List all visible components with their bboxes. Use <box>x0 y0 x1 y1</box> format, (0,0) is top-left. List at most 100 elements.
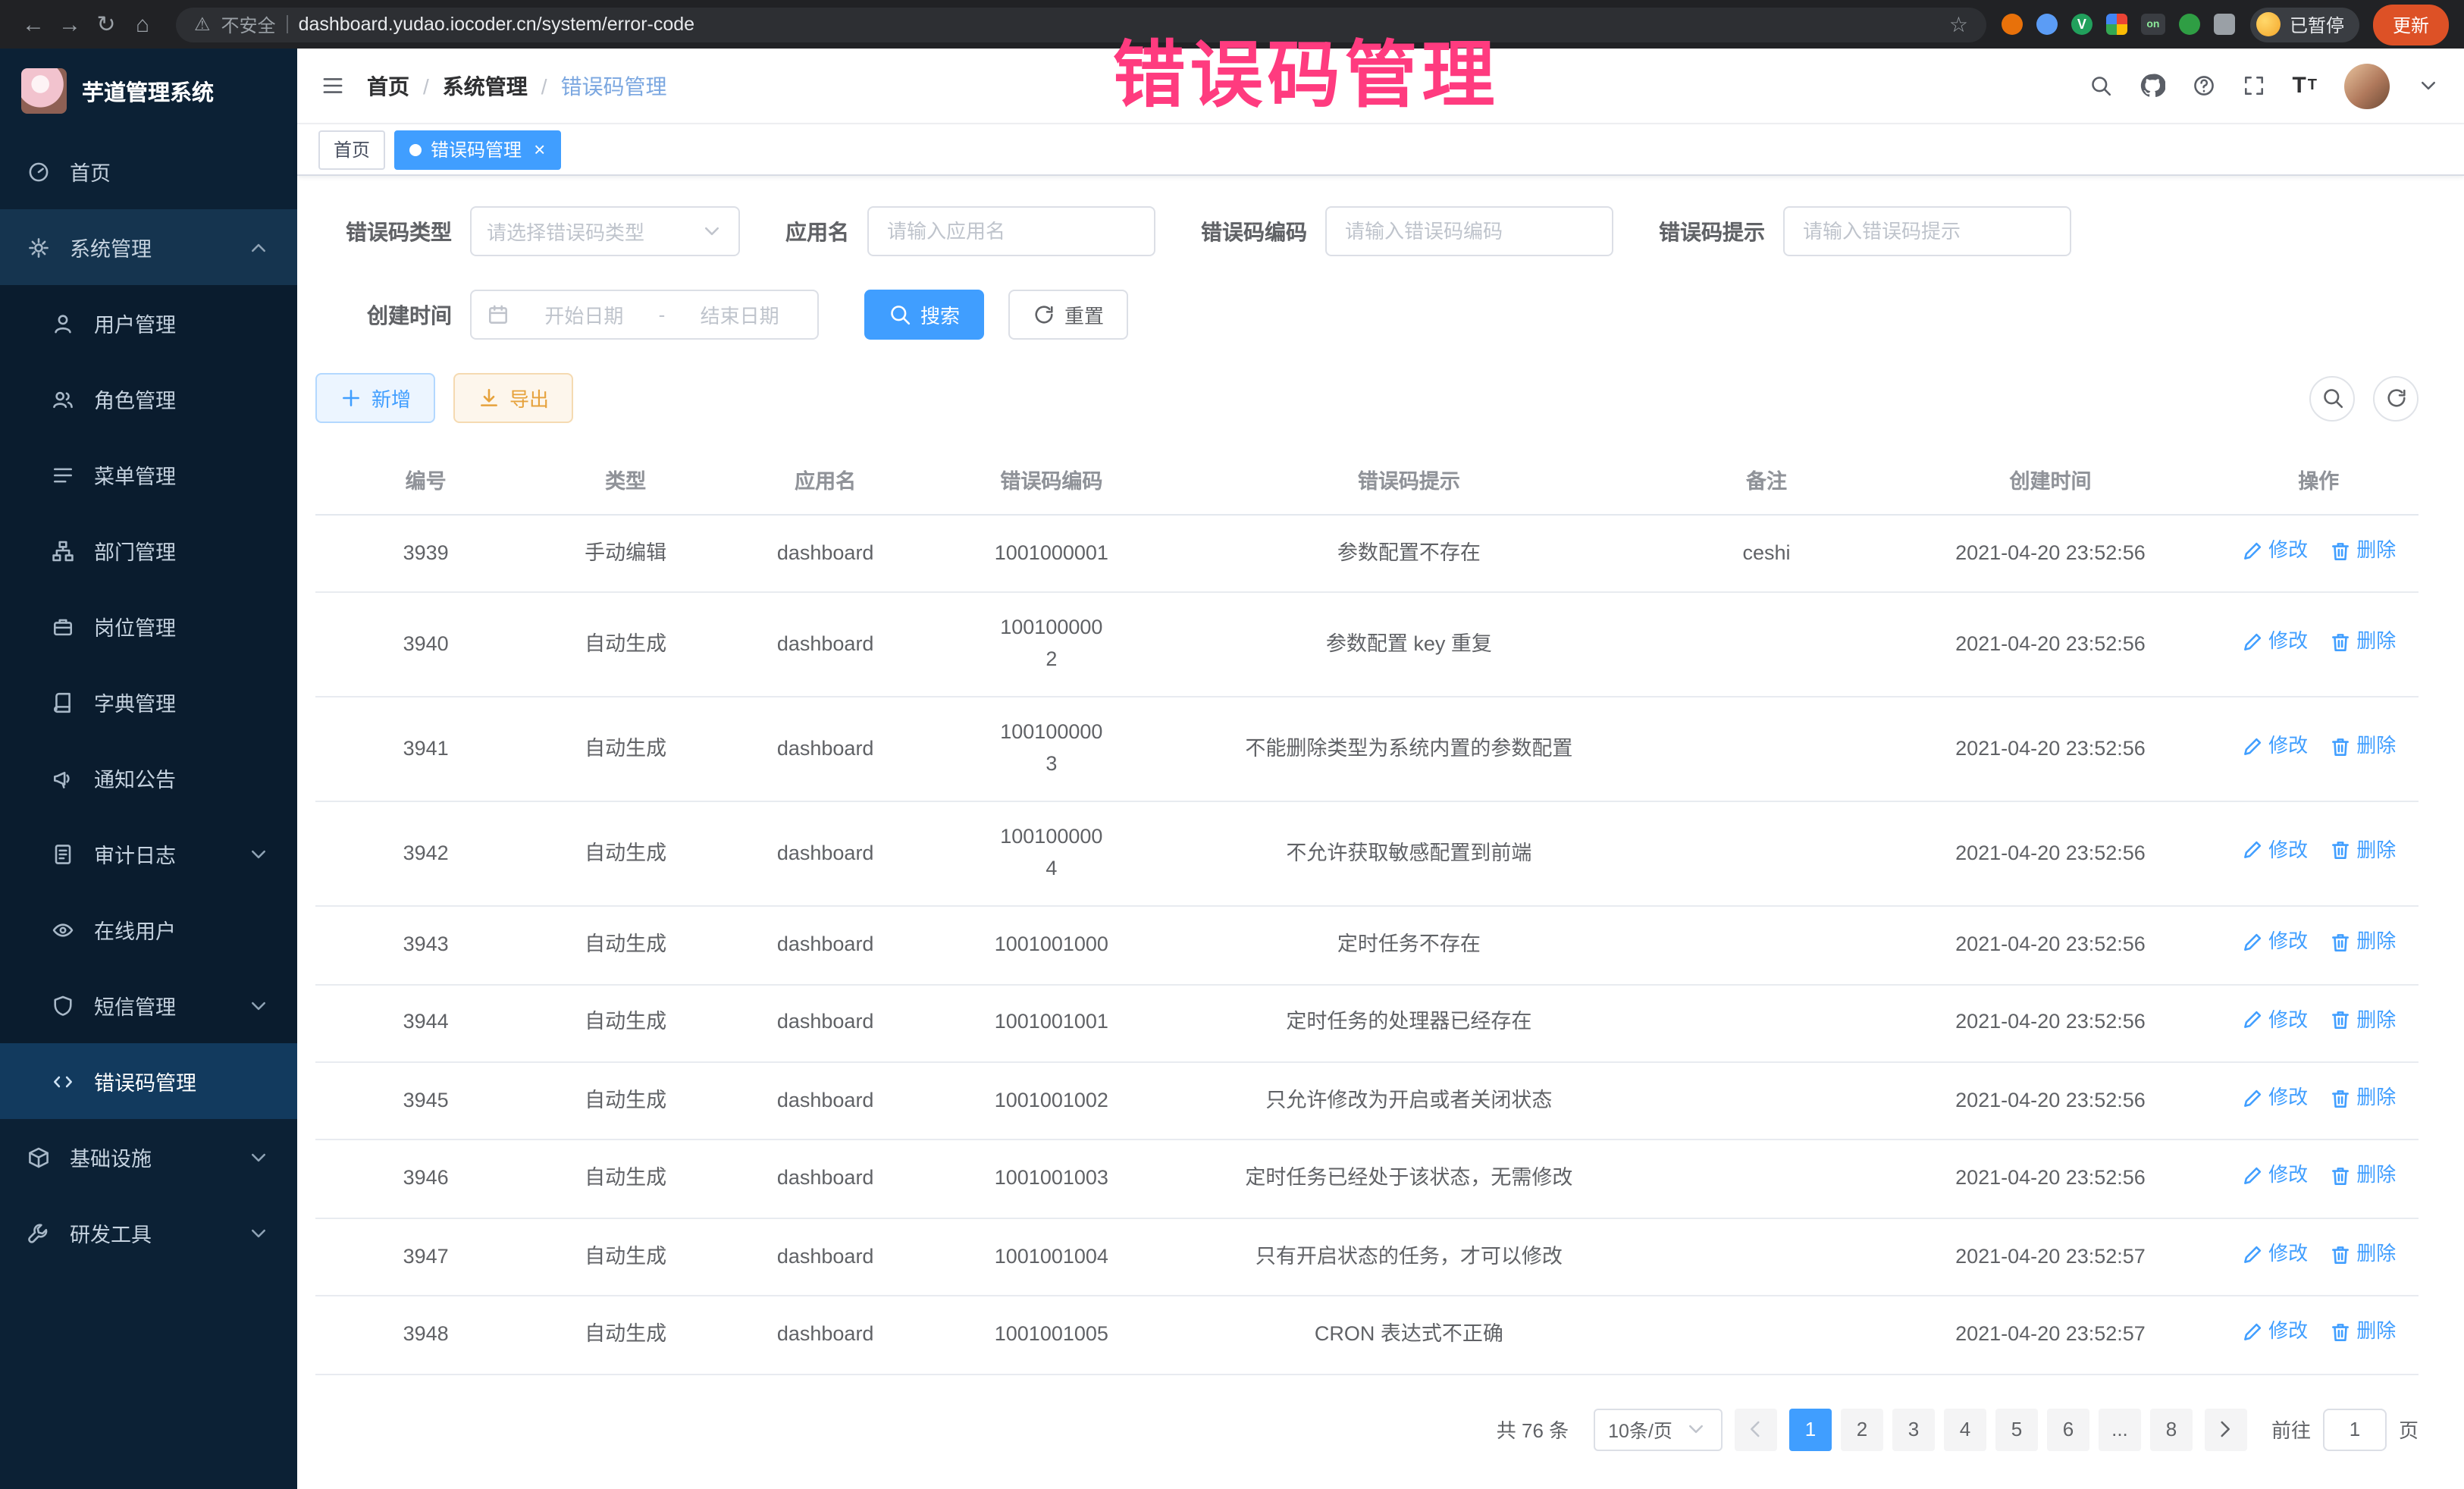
caret-down-icon[interactable] <box>2417 74 2440 97</box>
extension-icon[interactable]: V <box>2071 14 2093 35</box>
fullscreen-icon[interactable] <box>2242 74 2265 97</box>
breadcrumb-item[interactable]: 首页 <box>367 71 409 101</box>
toolbar-right <box>2309 375 2419 421</box>
extension-icon[interactable] <box>2036 14 2058 35</box>
page-button-4[interactable]: 4 <box>1944 1409 1986 1451</box>
next-page-button[interactable] <box>2205 1409 2247 1451</box>
tag-item[interactable]: 首页 <box>318 130 385 169</box>
app-logo[interactable]: 芋道管理系统 <box>0 49 297 133</box>
edit-link[interactable]: 修改 <box>2241 1083 2308 1113</box>
sidebar-item-sms[interactable]: 短信管理 <box>0 967 297 1043</box>
edit-link[interactable]: 修改 <box>2241 535 2308 566</box>
sidebar-item-infra[interactable]: 基础设施 <box>0 1119 297 1195</box>
cell-remark <box>1651 1296 1882 1375</box>
page-size-value: 10条/页 <box>1608 1415 1672 1444</box>
delete-link[interactable]: 删除 <box>2329 626 2396 657</box>
edit-link[interactable]: 修改 <box>2241 926 2308 957</box>
sidebar-item-notice[interactable]: 通知公告 <box>0 740 297 816</box>
extension-icon[interactable] <box>2002 14 2023 35</box>
sidebar-item-role[interactable]: 角色管理 <box>0 361 297 437</box>
forward-button[interactable]: → <box>52 11 88 37</box>
search-button[interactable]: 搜索 <box>864 290 984 340</box>
pager-ellipsis[interactable]: ... <box>2099 1409 2141 1451</box>
help-icon[interactable] <box>2192 74 2215 97</box>
user-avatar[interactable] <box>2344 63 2390 108</box>
page-button-1[interactable]: 1 <box>1789 1409 1832 1451</box>
column-header: 类型 <box>536 444 715 515</box>
calendar-icon <box>487 303 509 326</box>
breadcrumb-item[interactable]: 系统管理 <box>443 71 528 101</box>
extensions-puzzle-icon[interactable] <box>2214 14 2235 35</box>
sidebar-item-error-code[interactable]: 错误码管理 <box>0 1043 297 1119</box>
error-code-input[interactable] <box>1325 206 1613 256</box>
close-icon[interactable]: × <box>534 139 545 159</box>
sidebar-toggle[interactable] <box>321 74 344 97</box>
cell-hint: 定时任务不存在 <box>1167 906 1651 984</box>
sidebar-item-system[interactable]: 系统管理 <box>0 209 297 285</box>
reload-button[interactable]: ↻ <box>88 11 124 38</box>
update-button[interactable]: 更新 <box>2373 4 2449 45</box>
goto-page-input[interactable] <box>2323 1409 2387 1451</box>
home-button[interactable]: ⌂ <box>124 11 161 37</box>
edit-link[interactable]: 修改 <box>2241 1317 2308 1347</box>
page-size-select[interactable]: 10条/页 <box>1593 1409 1723 1451</box>
extension-icon[interactable]: on <box>2141 14 2165 35</box>
profile-paused-chip[interactable]: 已暂停 <box>2250 7 2359 42</box>
sidebar-item-online-user[interactable]: 在线用户 <box>0 892 297 967</box>
sidebar-item-dev-tools[interactable]: 研发工具 <box>0 1195 297 1271</box>
sidebar-item-dict[interactable]: 字典管理 <box>0 664 297 740</box>
date-range-picker[interactable]: 开始日期 - 结束日期 <box>470 290 819 340</box>
sidebar-item-user[interactable]: 用户管理 <box>0 285 297 361</box>
cell-time: 2021-04-20 23:52:56 <box>1882 906 2219 984</box>
edit-link[interactable]: 修改 <box>2241 1005 2308 1035</box>
delete-link[interactable]: 删除 <box>2329 1161 2396 1191</box>
cell-remark <box>1651 1062 1882 1140</box>
edit-link[interactable]: 修改 <box>2241 626 2308 657</box>
error-type-select[interactable]: 请选择错误码类型 <box>470 206 740 256</box>
delete-link[interactable]: 删除 <box>2329 1005 2396 1035</box>
bookmark-star-icon[interactable]: ☆ <box>1949 11 1968 37</box>
extension-icon[interactable] <box>2179 14 2200 35</box>
delete-link[interactable]: 删除 <box>2329 1083 2396 1113</box>
export-button[interactable]: 导出 <box>453 373 573 423</box>
main-area: 首页/系统管理/错误码管理 TT 首页错误码管理× 错误码类型 <box>297 49 2464 1489</box>
page-button-2[interactable]: 2 <box>1841 1409 1883 1451</box>
edit-link[interactable]: 修改 <box>2241 835 2308 866</box>
delete-link[interactable]: 删除 <box>2329 1239 2396 1269</box>
address-bar[interactable]: ⚠ 不安全 dashboard.yudao.iocoder.cn/system/… <box>176 7 1986 42</box>
reset-button[interactable]: 重置 <box>1008 290 1128 340</box>
refresh-table-button[interactable] <box>2373 375 2419 421</box>
delete-link[interactable]: 删除 <box>2329 731 2396 761</box>
add-button[interactable]: 新增 <box>315 373 435 423</box>
tag-active[interactable]: 错误码管理× <box>394 130 560 169</box>
search-icon[interactable] <box>2089 74 2111 97</box>
edit-link[interactable]: 修改 <box>2241 1239 2308 1269</box>
edit-link[interactable]: 修改 <box>2241 731 2308 761</box>
page-buttons: 123456...8 <box>1789 1409 2193 1451</box>
app-name-input[interactable] <box>867 206 1155 256</box>
sidebar-item-audit-log[interactable]: 审计日志 <box>0 816 297 892</box>
sidebar-item-dept[interactable]: 部门管理 <box>0 513 297 588</box>
error-hint-input[interactable] <box>1783 206 2071 256</box>
extensions-area: V on <box>2002 14 2235 35</box>
extension-icon[interactable] <box>2106 14 2127 35</box>
prev-page-button[interactable] <box>1735 1409 1777 1451</box>
sidebar-item-home[interactable]: 首页 <box>0 133 297 209</box>
cell-id: 3948 <box>315 1296 536 1375</box>
delete-link[interactable]: 删除 <box>2329 926 2396 957</box>
show-search-button[interactable] <box>2309 375 2355 421</box>
cell-hint: 只允许修改为开启或者关闭状态 <box>1167 1062 1651 1140</box>
delete-link[interactable]: 删除 <box>2329 835 2396 866</box>
delete-link[interactable]: 删除 <box>2329 1317 2396 1347</box>
page-button-3[interactable]: 3 <box>1892 1409 1935 1451</box>
sidebar-item-post[interactable]: 岗位管理 <box>0 588 297 664</box>
page-button-6[interactable]: 6 <box>2047 1409 2089 1451</box>
edit-link[interactable]: 修改 <box>2241 1161 2308 1191</box>
page-button-8[interactable]: 8 <box>2150 1409 2193 1451</box>
page-button-5[interactable]: 5 <box>1995 1409 2038 1451</box>
delete-link[interactable]: 删除 <box>2329 535 2396 566</box>
github-icon[interactable] <box>2139 73 2165 99</box>
back-button[interactable]: ← <box>15 11 52 37</box>
sidebar-item-menu[interactable]: 菜单管理 <box>0 437 297 513</box>
font-size-icon[interactable]: TT <box>2292 74 2317 97</box>
